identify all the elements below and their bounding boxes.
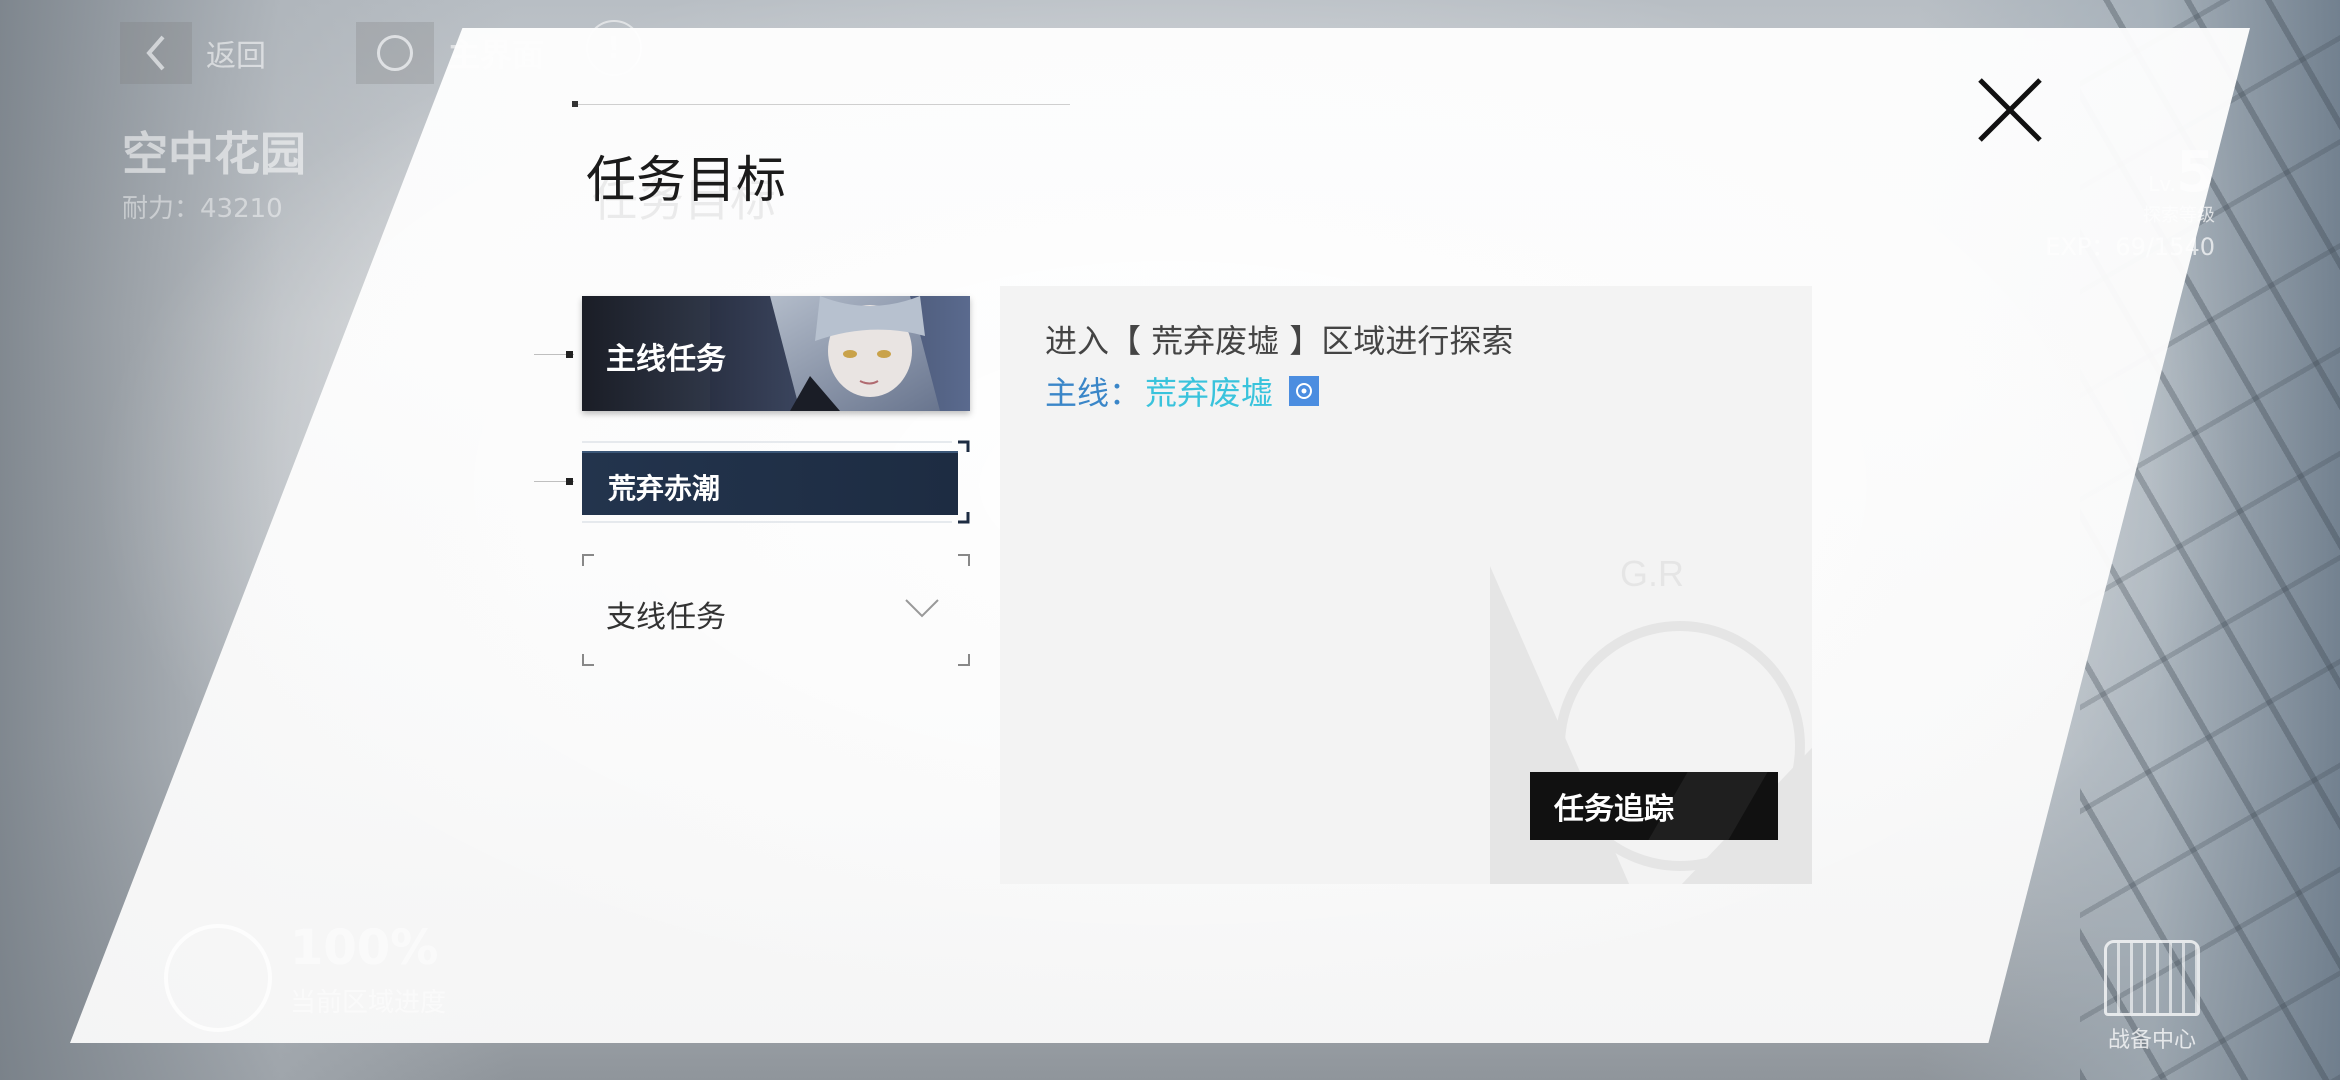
locate-icon[interactable] <box>1289 376 1320 406</box>
hub-button[interactable]: 战备中心 <box>2104 940 2200 1054</box>
home-label: 主界面 <box>448 36 545 74</box>
title-rule <box>574 104 1070 105</box>
page-title: 任务目标 <box>586 151 786 209</box>
level-value: 5 <box>2176 140 2215 205</box>
level-prefix: Lv. <box>2148 172 2177 196</box>
back-icon <box>120 22 192 84</box>
info-icon[interactable]: ! <box>586 20 642 76</box>
tick-dot <box>566 478 573 485</box>
quest-item-selected[interactable]: 荒弃赤潮 <box>582 451 958 515</box>
svg-text:G.R: G.R <box>1620 553 1684 594</box>
level-caption: 探索等级 <box>2143 205 2215 226</box>
home-button[interactable]: 主界面 <box>356 22 544 84</box>
chevron-down-icon <box>905 599 939 618</box>
character-portrait <box>710 296 970 411</box>
progress-ring-icon <box>164 924 272 1032</box>
close-icon[interactable] <box>1976 76 2044 144</box>
quest-description: 进入【 荒弃废墟 】区域进行探索 <box>1045 322 1514 360</box>
hub-label: 战备中心 <box>2107 1028 2196 1053</box>
track-quest-label: 任务追踪 <box>1554 792 1674 827</box>
progress-percent: 100% <box>290 920 439 976</box>
tick-dot <box>566 351 573 358</box>
track-quest-button[interactable]: 任务追踪 <box>1530 772 1778 840</box>
category-main-quest[interactable]: 主线任务 <box>582 296 970 411</box>
back-button[interactable]: 返回 <box>120 22 266 84</box>
exp-text: EXP：69/1540 <box>2045 233 2215 261</box>
quest-location-link[interactable]: 荒弃废墟 <box>1145 368 1273 414</box>
progress-label: 当前区域进度 <box>290 988 447 1018</box>
durability-text: 耐力：43210 <box>122 194 283 224</box>
title-rule-dot <box>572 101 578 107</box>
quest-location-line: 主线： 荒弃废墟 <box>1045 368 1320 414</box>
hub-icon <box>2104 940 2200 1016</box>
quest-type-prefix: 主线： <box>1045 374 1142 412</box>
category-label: 支线任务 <box>606 600 726 635</box>
level-panel: Lv.5 探索等级 EXP：69/1540 <box>2045 140 2215 262</box>
quest-detail-panel: G.R 进入【 荒弃废墟 】区域进行探索 主线： 荒弃废墟 任务追踪 <box>1000 286 1812 884</box>
category-side-quest[interactable]: 支线任务 <box>582 554 970 666</box>
category-label: 主线任务 <box>606 342 726 377</box>
area-name: 空中花园 <box>122 127 306 181</box>
back-label: 返回 <box>206 39 266 74</box>
quest-item-label: 荒弃赤潮 <box>608 472 721 505</box>
home-icon <box>377 35 413 71</box>
